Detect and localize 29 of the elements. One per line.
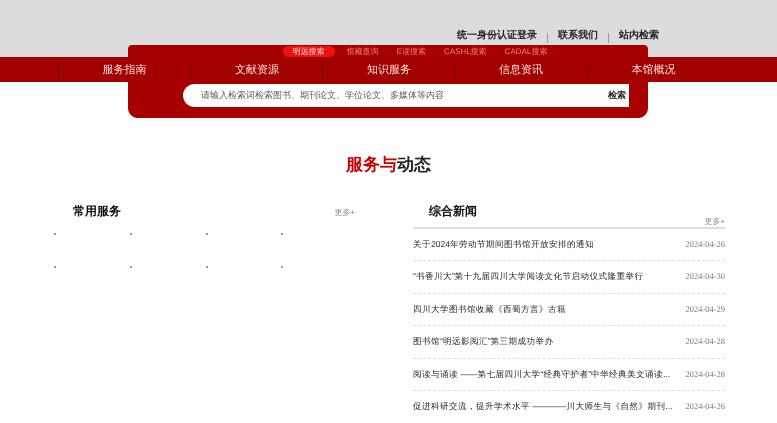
news-date: 2024-04-26 <box>685 238 725 251</box>
nav-item[interactable]: 文献资源 <box>190 62 322 78</box>
nav-item[interactable]: 服务指南 <box>58 62 190 78</box>
news-date: 2024-04-28 <box>685 335 725 348</box>
top-link[interactable]: 联系我们 <box>558 28 598 43</box>
nav-item[interactable]: 本馆概况 <box>586 62 720 78</box>
top-link[interactable]: 站内检索 <box>619 28 659 43</box>
news-link[interactable]: 促进科研交流，提升学术水平 ————川大师生与《自然》期刊... <box>413 400 673 414</box>
news-date: 2024-04-26 <box>685 400 725 414</box>
nav-item[interactable]: 知识服务 <box>322 62 455 78</box>
top-link[interactable]: 统一身份认证登录 <box>457 28 537 43</box>
section-title: 服务与动态 <box>344 154 432 176</box>
news-date: 2024-04-30 <box>685 270 725 284</box>
search-field[interactable]: 请输入检索词检索图书、期刊论文、学位论文、多媒体等内容 检索 <box>183 84 629 107</box>
nav-item[interactable]: 信息资讯 <box>454 62 587 78</box>
search-tab[interactable]: 明远搜索 <box>282 46 335 56</box>
news-date: 2024-04-28 <box>685 368 725 381</box>
more-link[interactable]: 更多+ <box>704 216 725 228</box>
search-button[interactable]: 检索 <box>605 88 629 102</box>
news-link[interactable]: 四川大学图书馆收藏《西蜀方言》古籍 <box>413 302 566 316</box>
news-link[interactable]: “书香川大”第十九届四川大学阅读文化节启动仪式隆重举行 <box>413 270 644 284</box>
news-link[interactable]: 关于2024年劳动节期间图书馆开放安排的通知 <box>413 238 594 251</box>
news-link[interactable]: 图书馆“明远影阅汇”第三期成功举办 <box>413 335 554 348</box>
news-title: 综合新闻 <box>429 202 478 220</box>
services-title: 常用服务 <box>73 202 121 220</box>
news-link[interactable]: 阅读与诵读 ——第七届四川大学“经典守护者”中华经典美文诵读... <box>413 368 670 381</box>
news-date: 2024-04-29 <box>685 302 725 316</box>
search-input[interactable]: 请输入检索词检索图书、期刊论文、学位论文、多媒体等内容 <box>183 88 605 102</box>
more-link[interactable]: 更多+ <box>334 206 356 218</box>
